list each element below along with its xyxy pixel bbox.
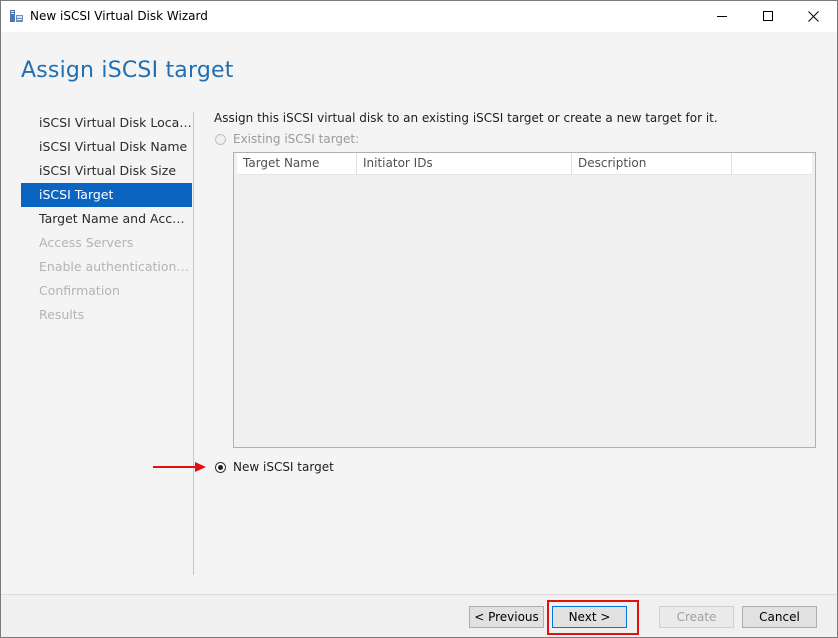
nav-step-access-servers: Access Servers bbox=[39, 235, 134, 250]
column-header-description[interactable]: Description bbox=[572, 153, 732, 174]
cancel-button[interactable]: Cancel bbox=[742, 606, 817, 628]
maximize-icon bbox=[763, 11, 773, 21]
nav-step-disk-name[interactable]: iSCSI Virtual Disk Name bbox=[21, 135, 192, 159]
wizard-footer: < Previous Next > Create Cancel bbox=[1, 594, 837, 637]
annotation-arrow bbox=[153, 462, 206, 472]
wizard-content: Assign iSCSI target iSCSI Virtual Disk L… bbox=[1, 32, 837, 594]
existing-targets-list[interactable]: Target Name Initiator IDs Description bbox=[233, 152, 816, 448]
existing-target-label: Existing iSCSI target: bbox=[233, 132, 360, 146]
close-button[interactable] bbox=[791, 1, 837, 32]
radio-selected-dot bbox=[218, 465, 223, 470]
page-title: Assign iSCSI target bbox=[21, 58, 234, 83]
column-header-target-name[interactable]: Target Name bbox=[237, 153, 357, 174]
close-icon bbox=[808, 11, 819, 22]
previous-button[interactable]: < Previous bbox=[469, 606, 544, 628]
nav-step-confirmation: Confirmation bbox=[39, 283, 120, 298]
nav-step-authentication: Enable authentication ser... bbox=[39, 259, 192, 274]
next-button-highlight bbox=[547, 600, 639, 635]
wizard-window: New iSCSI Virtual Disk Wizard Assign iSC… bbox=[0, 0, 838, 638]
nav-step-results: Results bbox=[39, 307, 85, 322]
column-header-initiator-ids[interactable]: Initiator IDs bbox=[357, 153, 572, 174]
minimize-icon bbox=[717, 16, 727, 17]
nav-step-disk-location[interactable]: iSCSI Virtual Disk Location bbox=[21, 111, 192, 135]
existing-target-radio[interactable] bbox=[215, 134, 226, 145]
window-title: New iSCSI Virtual Disk Wizard bbox=[30, 9, 208, 23]
new-target-label[interactable]: New iSCSI target bbox=[233, 460, 334, 474]
list-header: Target Name Initiator IDs Description bbox=[237, 153, 812, 175]
nav-divider bbox=[193, 112, 194, 575]
server-manager-icon bbox=[10, 10, 23, 22]
nav-step-disk-size[interactable]: iSCSI Virtual Disk Size bbox=[21, 159, 192, 183]
nav-step-target-name-access[interactable]: Target Name and Access bbox=[21, 207, 192, 231]
create-button: Create bbox=[659, 606, 734, 628]
instruction-text: Assign this iSCSI virtual disk to an exi… bbox=[214, 111, 718, 125]
nav-step-iscsi-target[interactable]: iSCSI Target bbox=[21, 183, 192, 207]
title-bar[interactable]: New iSCSI Virtual Disk Wizard bbox=[1, 1, 837, 32]
minimize-button[interactable] bbox=[700, 1, 746, 32]
new-target-radio[interactable] bbox=[215, 462, 226, 473]
maximize-button[interactable] bbox=[746, 1, 792, 32]
